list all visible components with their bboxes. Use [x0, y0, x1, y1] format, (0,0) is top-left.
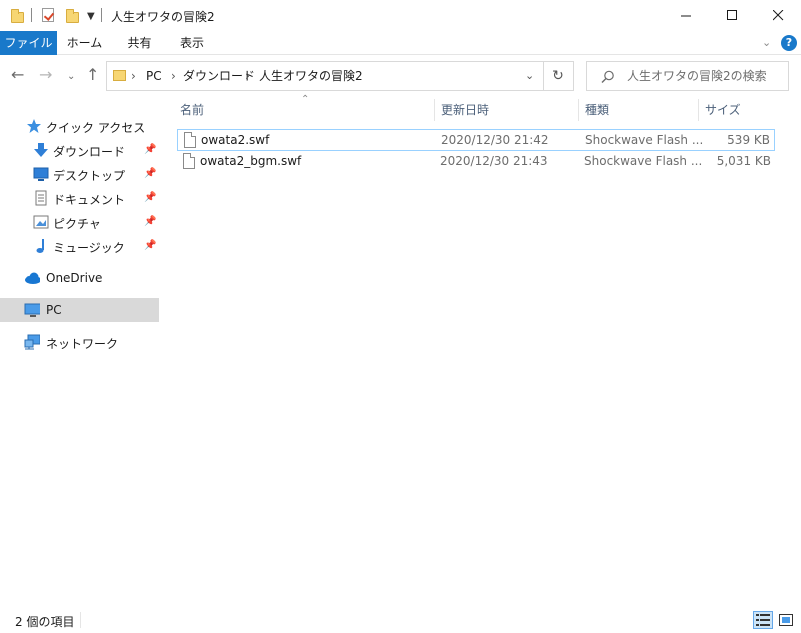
window-title: 人生オワタの冒険2 [111, 10, 215, 24]
large-icons-view-button[interactable] [776, 611, 796, 629]
minimize-button[interactable] [663, 0, 709, 31]
column-header-type[interactable]: 種類 [585, 98, 609, 122]
ribbon-tabs: ファイル ホーム 共有 表示 ⌄ ? [0, 31, 801, 55]
minimize-icon [680, 15, 691, 17]
details-view-icon [756, 614, 770, 626]
breadcrumb-current-folder[interactable]: 人生オワタの冒険2 [259, 62, 363, 90]
picture-icon [33, 215, 49, 229]
close-icon [772, 10, 783, 21]
file-name[interactable]: owata2_bgm.swf [200, 151, 301, 171]
pin-icon[interactable]: 📌 [144, 240, 156, 251]
desktop-icon [33, 167, 49, 181]
close-button[interactable] [755, 0, 801, 31]
tab-file[interactable]: ファイル [0, 31, 57, 55]
network-icon [24, 334, 40, 350]
nav-network-label: ネットワーク [46, 337, 119, 351]
search-icon [601, 70, 614, 83]
file-name[interactable]: owata2.swf [201, 130, 269, 150]
sidebar-item-label: ミュージック [53, 241, 125, 255]
nav-item-music[interactable]: ミュージック 📌 [0, 234, 159, 258]
file-row[interactable]: owata2_bgm.swf 2020/12/30 21:43 Shockwav… [177, 151, 775, 173]
breadcrumb-pc[interactable]: PC [146, 62, 162, 90]
expand-ribbon-chevron-icon[interactable]: ⌄ [762, 36, 771, 49]
cloud-icon [25, 272, 40, 284]
help-icon[interactable]: ? [781, 35, 797, 51]
up-arrow-icon[interactable]: ↑ [86, 67, 99, 83]
status-bar: 2 個の項目 [0, 608, 801, 633]
pin-icon[interactable]: 📌 [144, 216, 156, 227]
file-type: Shockwave Flash ... [585, 133, 704, 147]
column-divider[interactable] [434, 99, 435, 121]
toolbar-divider [101, 8, 102, 22]
toolbar-divider [31, 8, 32, 22]
pin-icon[interactable]: 📌 [144, 144, 156, 155]
folder-icon [113, 70, 126, 81]
address-bar[interactable]: › PC › ダウンロード › 人生オワタの冒険2 ⌄ [106, 61, 544, 91]
maximize-button[interactable] [709, 0, 755, 31]
tab-home[interactable]: ホーム [57, 31, 112, 55]
nav-pc-label: PC [46, 303, 62, 317]
column-header-modified[interactable]: 更新日時 [441, 98, 489, 122]
nav-onedrive-label: OneDrive [46, 271, 103, 285]
recent-locations-chevron-icon[interactable]: ⌄ [67, 69, 75, 85]
nav-quick-access-label: クイック アクセス [46, 121, 146, 135]
refresh-icon: ↻ [552, 68, 564, 84]
nav-item-documents[interactable]: ドキュメント 📌 [0, 186, 159, 210]
document-icon [35, 190, 47, 206]
column-divider[interactable] [698, 99, 699, 121]
tab-share[interactable]: 共有 [112, 31, 167, 55]
maximize-icon [726, 10, 737, 20]
status-divider [80, 612, 81, 628]
computer-icon [24, 303, 40, 317]
forward-arrow-icon[interactable]: → [39, 67, 52, 83]
breadcrumb-separator-icon[interactable]: › [245, 62, 250, 90]
properties-check-icon[interactable] [42, 8, 54, 22]
breadcrumb-separator-icon[interactable]: › [131, 62, 136, 90]
sidebar-item-label: ドキュメント [53, 193, 126, 207]
star-icon [27, 119, 41, 133]
file-size: 539 KB [727, 133, 770, 147]
search-box[interactable]: 人生オワタの冒険2の検索 [586, 61, 789, 91]
folder-icon [11, 9, 24, 23]
file-icon [183, 153, 195, 169]
nav-item-desktop[interactable]: デスクトップ 📌 [0, 162, 159, 186]
pin-icon[interactable]: 📌 [144, 192, 156, 203]
file-type: Shockwave Flash ... [584, 154, 703, 168]
title-bar: ▼ 人生オワタの冒険2 [0, 0, 801, 31]
breadcrumb-separator-icon[interactable]: › [171, 62, 176, 90]
customize-toolbar-dropdown-icon[interactable]: ▼ [87, 12, 95, 22]
tab-view[interactable]: 表示 [167, 31, 217, 55]
column-divider[interactable] [578, 99, 579, 121]
nav-pc[interactable]: PC [0, 298, 159, 322]
nav-quick-access[interactable]: クイック アクセス [0, 114, 159, 138]
navigation-pane: クイック アクセス ダウンロード 📌 デスクトップ 📌 ドキュメント 📌 ピクチ… [0, 98, 160, 598]
pin-icon[interactable]: 📌 [144, 168, 156, 179]
download-icon [34, 143, 48, 157]
column-header-name[interactable]: 名前 [180, 98, 204, 122]
nav-onedrive[interactable]: OneDrive [0, 266, 159, 290]
sidebar-item-label: デスクトップ [53, 169, 126, 183]
file-size: 5,031 KB [716, 154, 771, 168]
file-modified: 2020/12/30 21:43 [440, 154, 548, 168]
large-icons-view-icon [779, 614, 793, 626]
file-modified: 2020/12/30 21:42 [441, 133, 549, 147]
nav-item-downloads[interactable]: ダウンロード 📌 [0, 138, 159, 162]
sort-ascending-icon: ⌃ [301, 94, 310, 105]
item-count: 2 個の項目 [15, 615, 75, 629]
nav-network[interactable]: ネットワーク [0, 330, 159, 354]
search-input[interactable]: 人生オワタの冒険2の検索 [627, 62, 767, 90]
file-row[interactable]: owata2.swf 2020/12/30 21:42 Shockwave Fl… [177, 129, 775, 151]
file-icon [184, 132, 196, 148]
music-icon [36, 239, 44, 253]
details-view-button[interactable] [753, 611, 773, 629]
address-history-chevron-icon[interactable]: ⌄ [525, 62, 534, 90]
sidebar-item-label: ピクチャ [53, 217, 101, 231]
new-folder-icon[interactable] [66, 9, 79, 23]
column-header-size[interactable]: サイズ [705, 98, 741, 122]
back-arrow-icon[interactable]: ← [11, 67, 24, 83]
nav-item-pictures[interactable]: ピクチャ 📌 [0, 210, 159, 234]
sidebar-item-label: ダウンロード [53, 145, 126, 159]
refresh-button[interactable]: ↻ [543, 61, 574, 91]
